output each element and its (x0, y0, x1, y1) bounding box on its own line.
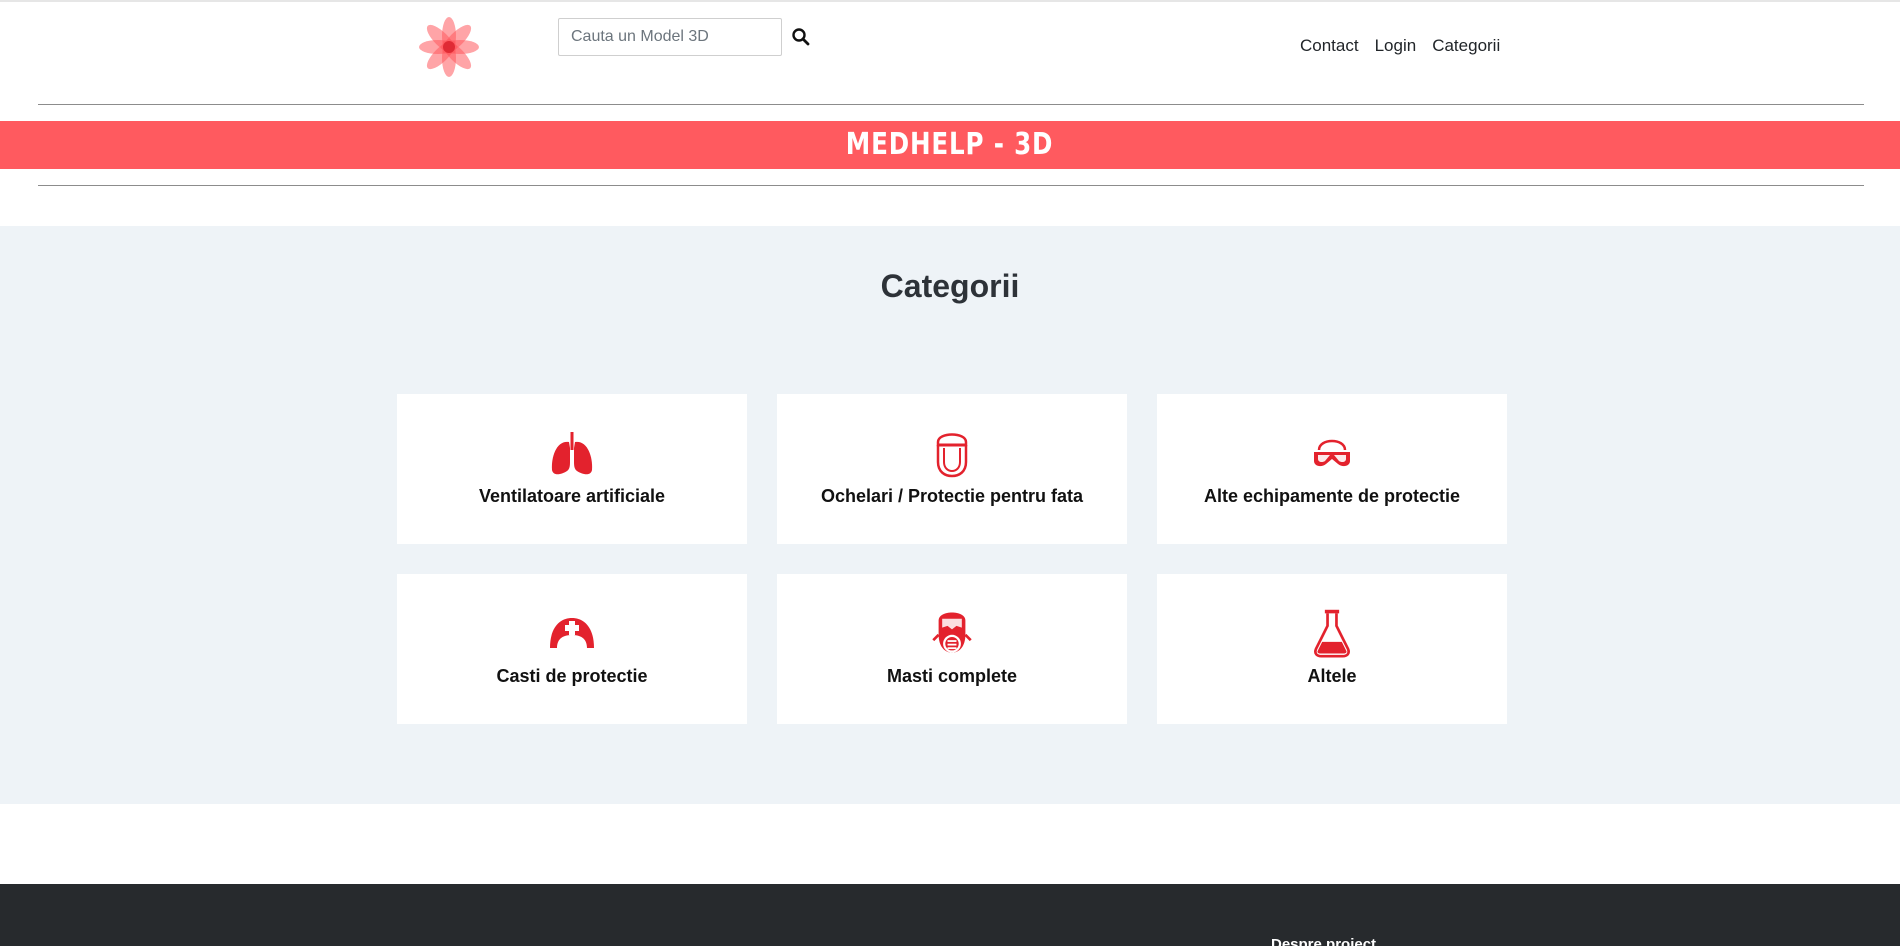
banner-title: MEDHELP - 3D (846, 127, 1054, 162)
divider-top (38, 104, 1864, 105)
search-icon (792, 28, 810, 46)
category-label: Ventilatoare artificiale (478, 486, 666, 506)
category-label: Altele (1307, 666, 1357, 686)
face-shield-icon (936, 433, 968, 478)
categories-section: Categorii Ventilatoare artificiale Ochel… (0, 226, 1900, 804)
category-card-ventilators[interactable]: Ventilatoare artificiale (397, 394, 747, 544)
nurse-cap-icon (550, 618, 594, 648)
category-label: Masti complete (886, 666, 1018, 686)
flower-logo-icon[interactable] (418, 16, 480, 78)
divider-bottom (38, 185, 1864, 186)
nav-categorii[interactable]: Categorii (1432, 36, 1500, 56)
main-nav: Contact Login Categorii (1300, 36, 1500, 56)
category-label: Casti de protectie (496, 666, 648, 686)
respirator-mask-icon (932, 612, 972, 653)
category-card-face-protection[interactable]: Ochelari / Protectie pentru fata (777, 394, 1127, 544)
site-footer: Despre proiect (0, 884, 1900, 946)
category-card-other-protection[interactable]: Alte echipamente de protectie (1157, 394, 1507, 544)
category-label: Alte echipamente de protectie (1203, 486, 1461, 506)
category-label: Ochelari / Protectie pentru fata (820, 486, 1084, 506)
category-card-helmets[interactable]: Casti de protectie (397, 574, 747, 724)
footer-about-link[interactable]: Despre proiect (1271, 936, 1376, 946)
site-header: Contact Login Categorii (0, 2, 1900, 102)
category-card-full-masks[interactable]: Masti complete (777, 574, 1127, 724)
lungs-icon (551, 432, 593, 475)
goggles-icon (1314, 439, 1350, 467)
search-input[interactable] (558, 18, 782, 56)
nav-login[interactable]: Login (1375, 36, 1417, 56)
flask-icon (1314, 609, 1350, 658)
site-banner: MEDHELP - 3D (0, 121, 1900, 169)
nav-contact[interactable]: Contact (1300, 36, 1359, 56)
search-button[interactable] (790, 26, 812, 48)
section-title: Categorii (880, 268, 1020, 304)
category-card-others[interactable]: Altele (1157, 574, 1507, 724)
